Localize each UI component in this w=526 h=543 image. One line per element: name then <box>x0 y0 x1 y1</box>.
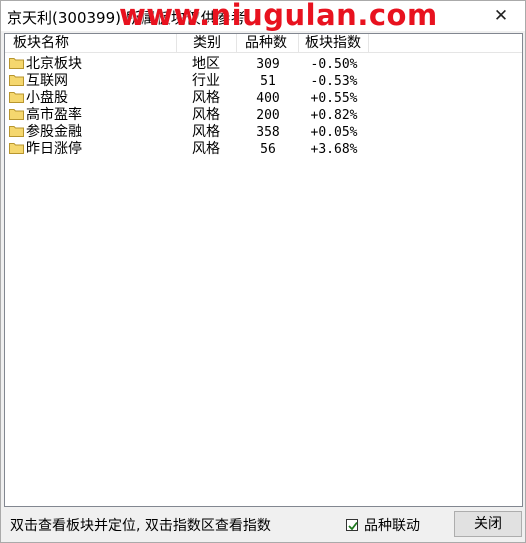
column-header-name[interactable]: 板块名称 <box>5 34 177 53</box>
list-rows: 北京板块 地区 309 -0.50% 互联网 行业 51 -0.53% 小盘股 … <box>5 56 522 158</box>
dialog-window: 京天利(300399) 所属板块仅供参考 www.niugulan.com ✕ … <box>0 0 526 543</box>
sector-index[interactable]: -0.53% <box>299 73 369 90</box>
list-item[interactable]: 昨日涨停 风格 56 +3.68% <box>5 141 522 158</box>
sector-index[interactable]: +0.05% <box>299 124 369 141</box>
sector-count: 309 <box>256 57 280 72</box>
sector-name: 参股金融 <box>26 124 82 140</box>
sector-count: 400 <box>256 91 280 106</box>
close-button[interactable]: 关闭 <box>454 511 522 537</box>
sector-type: 风格 <box>192 141 220 157</box>
folder-icon <box>9 125 24 137</box>
list-item[interactable]: 小盘股 风格 400 +0.55% <box>5 90 522 107</box>
list-header: 板块名称 类别 品种数 板块指数 <box>5 34 522 53</box>
status-hint: 双击查看板块并定位, 双击指数区查看指数 <box>10 518 271 534</box>
sync-checkbox-label: 品种联动 <box>364 518 420 534</box>
column-header-index[interactable]: 板块指数 <box>299 34 369 53</box>
sector-name: 北京板块 <box>26 56 82 72</box>
folder-icon <box>9 74 24 86</box>
folder-icon <box>9 142 24 154</box>
title-bar: 京天利(300399) 所属板块仅供参考 www.niugulan.com ✕ <box>1 0 525 32</box>
sector-index[interactable]: -0.50% <box>299 56 369 73</box>
folder-icon <box>9 108 24 120</box>
sector-name: 互联网 <box>26 73 68 89</box>
sector-type: 地区 <box>192 56 220 72</box>
sector-type: 风格 <box>192 90 220 106</box>
sector-name: 小盘股 <box>26 90 68 106</box>
sector-index[interactable]: +3.68% <box>299 141 369 158</box>
sector-index[interactable]: +0.82% <box>299 107 369 124</box>
sector-name: 高市盈率 <box>26 107 82 123</box>
sector-type: 行业 <box>192 73 220 89</box>
sector-type: 风格 <box>192 107 220 123</box>
sector-type: 风格 <box>192 124 220 140</box>
sector-count: 358 <box>256 125 280 140</box>
list-item[interactable]: 参股金融 风格 358 +0.05% <box>5 124 522 141</box>
check-icon[interactable] <box>346 519 358 531</box>
sync-checkbox[interactable]: 品种联动 <box>346 515 420 535</box>
column-header-count[interactable]: 品种数 <box>237 34 299 53</box>
list-item[interactable]: 高市盈率 风格 200 +0.82% <box>5 107 522 124</box>
list-item[interactable]: 北京板块 地区 309 -0.50% <box>5 56 522 73</box>
sector-count: 51 <box>260 74 276 89</box>
sector-count: 200 <box>256 108 280 123</box>
folder-icon <box>9 91 24 103</box>
close-icon[interactable]: ✕ <box>491 6 511 26</box>
sector-name: 昨日涨停 <box>26 141 82 157</box>
watermark-text: www.niugulan.com <box>119 0 438 32</box>
sector-index[interactable]: +0.55% <box>299 90 369 107</box>
sector-list[interactable]: 板块名称 类别 品种数 板块指数 北京板块 地区 309 -0.50% 互联网 … <box>4 33 523 507</box>
sector-count: 56 <box>260 142 276 157</box>
column-header-type[interactable]: 类别 <box>177 34 237 53</box>
folder-icon <box>9 57 24 69</box>
list-item[interactable]: 互联网 行业 51 -0.53% <box>5 73 522 90</box>
